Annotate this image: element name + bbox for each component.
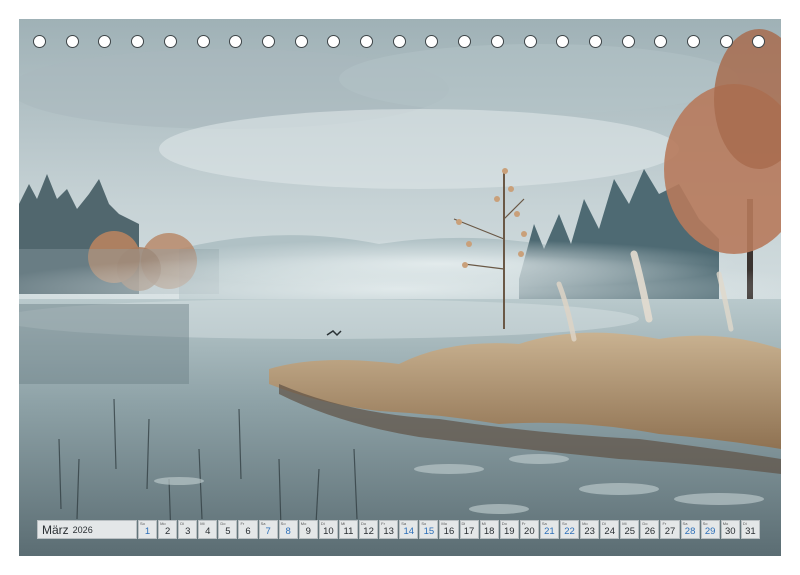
- binding-hole: [654, 35, 668, 48]
- binding-hole: [490, 35, 504, 48]
- day-cell: Mo 23: [580, 520, 600, 539]
- day-number: 30: [724, 526, 736, 537]
- day-cell: Mi 4: [198, 520, 218, 539]
- day-number: 24: [604, 526, 615, 537]
- day-cell: Mi 18: [479, 520, 499, 539]
- day-number: 3: [185, 526, 191, 537]
- day-cell: Mo 2: [158, 520, 178, 539]
- day-cell: Mi 11: [338, 520, 359, 539]
- day-number: 26: [644, 526, 656, 537]
- day-cell: Sa 28: [680, 520, 700, 539]
- day-number: 1: [144, 526, 151, 537]
- day-number: 19: [503, 526, 515, 537]
- day-cell: Di 10: [318, 520, 338, 539]
- day-number: 18: [483, 526, 495, 537]
- day-cell: Di 24: [600, 520, 620, 539]
- binding-hole: [752, 35, 766, 48]
- day-cell: Di 3: [178, 520, 198, 539]
- day-number: 20: [524, 526, 535, 537]
- day-cell: So 15: [419, 520, 439, 539]
- day-cell: So 8: [278, 520, 298, 539]
- binding-hole: [523, 35, 537, 48]
- date-strip: März 2026 So 1 Mo 2 Di 3 Mi 4 Do 5 Fr 6 Sa 7 So 8 Mo 9 Di 1…: [37, 520, 763, 539]
- day-number: 6: [245, 526, 251, 537]
- day-number: 21: [544, 526, 555, 537]
- binding-hole: [719, 35, 733, 48]
- day-number: 22: [564, 526, 575, 537]
- day-cell: Sa 7: [258, 520, 278, 539]
- day-cell: Sa 21: [539, 520, 559, 539]
- day-cell: Do 12: [359, 520, 379, 539]
- day-cell: Sa 14: [399, 520, 419, 539]
- calendar-page: [19, 19, 781, 556]
- day-number: 31: [745, 526, 756, 537]
- day-cell: Fr 27: [660, 520, 680, 539]
- day-number: 29: [704, 526, 716, 537]
- day-cell: Di 17: [459, 520, 479, 539]
- binding-holes: [33, 35, 768, 51]
- day-cell: Fr 20: [519, 520, 539, 539]
- day-number: 11: [343, 526, 354, 537]
- binding-hole: [261, 35, 275, 48]
- day-number: 2: [164, 526, 171, 537]
- day-cell: Mo 9: [298, 520, 318, 539]
- day-cell: Mo 16: [439, 520, 459, 539]
- binding-hole: [556, 35, 570, 48]
- binding-hole: [687, 35, 700, 48]
- day-number: 7: [265, 526, 271, 537]
- binding-hole: [98, 35, 112, 48]
- day-number: 12: [363, 526, 374, 537]
- misty-lake-photo: [19, 19, 781, 556]
- binding-hole: [131, 35, 145, 48]
- binding-hole: [425, 35, 439, 48]
- day-cell: So 1: [138, 520, 158, 539]
- day-number: 23: [584, 526, 595, 537]
- day-cell: So 22: [559, 520, 580, 539]
- month-label-cell: März 2026: [37, 520, 137, 539]
- day-cell: Do 26: [640, 520, 660, 539]
- day-number: 10: [323, 526, 334, 537]
- binding-hole: [294, 35, 308, 48]
- day-cell: Mi 25: [620, 520, 640, 539]
- binding-hole: [163, 35, 177, 48]
- day-cell: So 29: [700, 520, 720, 539]
- binding-hole: [65, 35, 79, 48]
- day-number: 16: [443, 526, 455, 537]
- binding-hole: [229, 35, 243, 48]
- day-cell: Fr 6: [238, 520, 258, 539]
- day-number: 4: [205, 526, 211, 537]
- binding-hole: [392, 35, 406, 48]
- day-cell: Mo 30: [720, 520, 740, 539]
- binding-hole: [327, 35, 341, 48]
- binding-hole: [458, 35, 472, 48]
- day-number: 5: [225, 526, 231, 537]
- day-cell: Fr 13: [379, 520, 399, 539]
- binding-hole: [588, 35, 602, 48]
- month-name: März: [42, 522, 69, 537]
- day-number: 14: [403, 526, 415, 537]
- binding-hole: [360, 35, 373, 48]
- day-number: 27: [664, 526, 676, 537]
- day-number: 9: [305, 526, 311, 537]
- day-number: 8: [285, 526, 291, 537]
- binding-hole: [621, 35, 635, 48]
- day-cell: Do 5: [218, 520, 238, 539]
- day-cell: Do 19: [499, 520, 519, 539]
- day-number: 15: [423, 526, 435, 537]
- binding-hole: [196, 35, 210, 48]
- year-label: 2026: [72, 524, 93, 535]
- day-cell: Di 31: [740, 520, 760, 539]
- day-number: 28: [684, 526, 696, 537]
- day-number: 13: [383, 526, 394, 537]
- day-number: 17: [463, 526, 475, 537]
- binding-hole: [33, 35, 46, 48]
- day-number: 25: [624, 526, 636, 537]
